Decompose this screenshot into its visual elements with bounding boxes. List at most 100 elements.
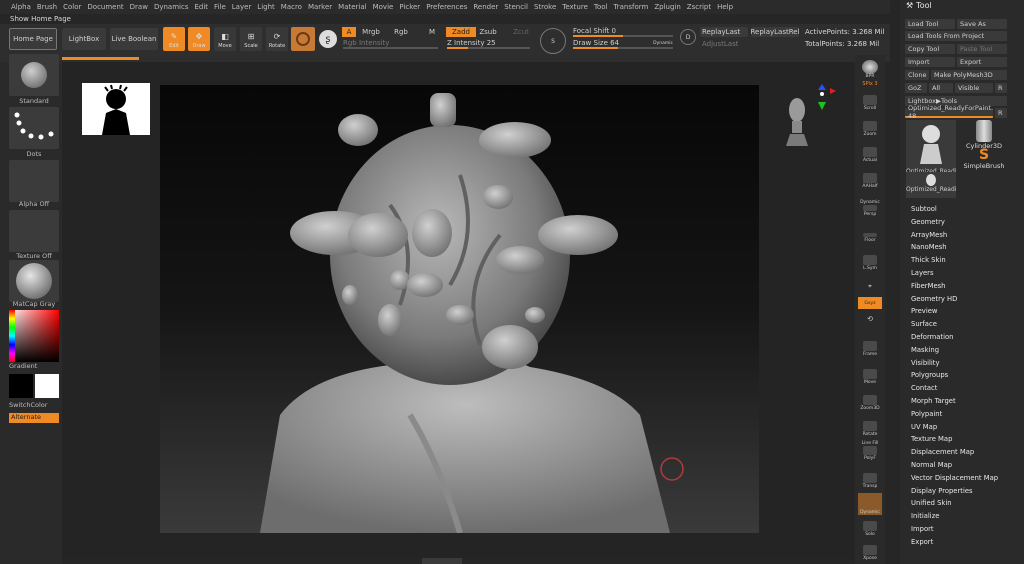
dynamic-label[interactable]: Dynamic <box>653 41 673 46</box>
menu-color[interactable]: Color <box>60 3 84 11</box>
home-page-button[interactable]: Home Page <box>9 28 57 50</box>
menu-help[interactable]: Help <box>714 3 736 11</box>
tool-section-fibermesh[interactable]: FiberMesh <box>911 282 946 290</box>
tool-section-thick-skin[interactable]: Thick Skin <box>911 256 946 264</box>
tool-section-display-properties[interactable]: Display Properties <box>911 487 973 495</box>
tool-section-initialize[interactable]: Initialize <box>911 512 939 520</box>
clone-button[interactable]: Clone <box>905 70 929 80</box>
tool-section-polygroups[interactable]: Polygroups <box>911 371 948 379</box>
texture-thumb[interactable] <box>9 210 59 252</box>
tool-section-normal-map[interactable]: Normal Map <box>911 461 952 469</box>
tool-thumb-cylinder[interactable]: Cylinder3D <box>960 120 1008 150</box>
move-view-button[interactable]: Move <box>858 365 882 385</box>
menu-transform[interactable]: Transform <box>611 3 652 11</box>
focal-shift-slider[interactable]: Focal Shift 0 <box>573 27 673 37</box>
tool-section-visibility[interactable]: Visibility <box>911 359 940 367</box>
axis-gizmo[interactable] <box>808 82 836 112</box>
mrgb-toggle[interactable]: Mrgb <box>360 27 382 37</box>
replay-last-rel-button[interactable]: ReplayLastRel <box>750 27 800 37</box>
stroke-thumb[interactable] <box>9 107 59 149</box>
material-swatch-button[interactable] <box>291 27 315 51</box>
adjust-last-button[interactable]: AdjustLast <box>700 39 748 49</box>
frame-button[interactable]: Frame <box>858 337 882 357</box>
move-mode-button[interactable]: ◧ Move <box>214 27 236 51</box>
current-tool-slider[interactable]: Optimized_ReadyForPaint. 48 <box>905 104 993 120</box>
spix-slider[interactable]: SPix 3 <box>858 79 882 87</box>
secondary-color-swatch[interactable] <box>35 374 59 398</box>
goz-visible-button[interactable]: Visible <box>955 83 993 93</box>
goz-all-button[interactable]: All <box>929 83 953 93</box>
rotate-mode-button[interactable]: ⟳ Rotate <box>266 27 288 51</box>
replay-last-button[interactable]: ReplayLast <box>700 27 748 37</box>
menu-edit[interactable]: Edit <box>191 3 211 11</box>
make-polymesh-button[interactable]: Make PolyMesh3D <box>931 70 1007 80</box>
show-home-page-link[interactable]: Show Home Page <box>10 15 71 23</box>
ghost-button[interactable]: Dynamic <box>858 493 882 515</box>
menu-texture[interactable]: Texture <box>559 3 591 11</box>
edit-mode-button[interactable]: ✎ Edit <box>163 27 185 51</box>
menu-preferences[interactable]: Preferences <box>423 3 470 11</box>
main-color-swatch[interactable] <box>9 374 33 398</box>
reference-image-thumbnail[interactable] <box>82 83 150 135</box>
menu-material[interactable]: Material <box>335 3 369 11</box>
menu-file[interactable]: File <box>211 3 229 11</box>
import-tool-button[interactable]: Import <box>905 57 955 67</box>
z-intensity-slider[interactable]: Z Intensity 25 <box>447 39 530 49</box>
alpha-thumb[interactable] <box>9 160 59 202</box>
tool-section-displacement-map[interactable]: Displacement Map <box>911 448 974 456</box>
zoom-button[interactable]: Zoom <box>858 117 882 137</box>
menu-zplugin[interactable]: Zplugin <box>651 3 683 11</box>
menu-dynamics[interactable]: Dynamics <box>151 3 192 11</box>
load-from-project-button[interactable]: Load Tools From Project <box>905 31 1007 41</box>
local-rotate-button[interactable]: ⟲ <box>858 311 882 323</box>
tool-section-import[interactable]: Import <box>911 525 934 533</box>
tool-section-subtool[interactable]: Subtool <box>911 205 937 213</box>
lazy-mouse-icon[interactable]: S <box>540 28 566 54</box>
draw-mode-button[interactable]: ✥ Draw <box>188 27 210 51</box>
rgb-toggle[interactable]: Rgb <box>393 27 409 37</box>
tool-thumb-optimized[interactable]: Optimized_Readi <box>906 120 956 175</box>
m-toggle[interactable]: M <box>427 27 437 37</box>
save-as-button[interactable]: Save As <box>957 19 1007 29</box>
material-thumb[interactable] <box>9 260 59 302</box>
tool-thumb-simplebrush[interactable]: S SimpleBrush <box>960 148 1008 172</box>
copy-tool-button[interactable]: Copy Tool <box>905 44 955 54</box>
tool-section-contact[interactable]: Contact <box>911 384 937 392</box>
tool-section-layers[interactable]: Layers <box>911 269 934 277</box>
menu-alpha[interactable]: Alpha <box>8 3 34 11</box>
menu-brush[interactable]: Brush <box>34 3 60 11</box>
actual-button[interactable]: Actual <box>858 143 882 163</box>
tool-section-surface[interactable]: Surface <box>911 320 937 328</box>
draw-size-slider[interactable]: Draw Size 64 Dynamic <box>573 39 673 49</box>
floor-button[interactable]: Floor <box>858 223 882 243</box>
menu-document[interactable]: Document <box>84 3 126 11</box>
lsym-button[interactable]: L.Sym <box>858 251 882 271</box>
menu-tool[interactable]: Tool <box>591 3 611 11</box>
tool-section-nanomesh[interactable]: NanoMesh <box>911 243 947 251</box>
current-tool-r-button[interactable]: R <box>995 108 1007 118</box>
export-tool-button[interactable]: Export <box>957 57 1007 67</box>
zadd-toggle[interactable]: Zadd <box>446 27 476 37</box>
tool-palette-title[interactable]: ⚒ Tool <box>906 1 932 10</box>
tool-section-unified-skin[interactable]: Unified Skin <box>911 499 952 507</box>
polyf-button[interactable]: Line Fill PolyF <box>858 441 882 461</box>
rotate-view-button[interactable]: Rotate <box>858 417 882 437</box>
tool-section-uv-map[interactable]: UV Map <box>911 423 937 431</box>
hue-strip[interactable] <box>9 310 15 362</box>
alternate-button[interactable]: Alternate <box>9 413 59 423</box>
lock-button[interactable]: ⌖ <box>858 275 882 291</box>
switch-color-button[interactable]: SwitchColor <box>9 401 59 409</box>
menu-light[interactable]: Light <box>254 3 277 11</box>
bpr-button[interactable]: BPR <box>858 59 882 79</box>
gxyz-button[interactable]: Gxyz <box>858 297 882 309</box>
aahalf-button[interactable]: AAHalf <box>858 169 882 189</box>
brush-thumb[interactable] <box>9 54 59 96</box>
persp-button[interactable]: Dynamic Persp <box>858 197 882 217</box>
spotlight-icon[interactable]: ʂ <box>319 30 337 48</box>
tool-section-preview[interactable]: Preview <box>911 307 937 315</box>
scale-mode-button[interactable]: ⊞ Scale <box>240 27 262 51</box>
goz-button[interactable]: GoZ <box>905 83 927 93</box>
rgb-intensity-slider[interactable]: Rgb Intensity <box>343 39 438 49</box>
menu-picker[interactable]: Picker <box>396 3 423 11</box>
menu-layer[interactable]: Layer <box>229 3 255 11</box>
